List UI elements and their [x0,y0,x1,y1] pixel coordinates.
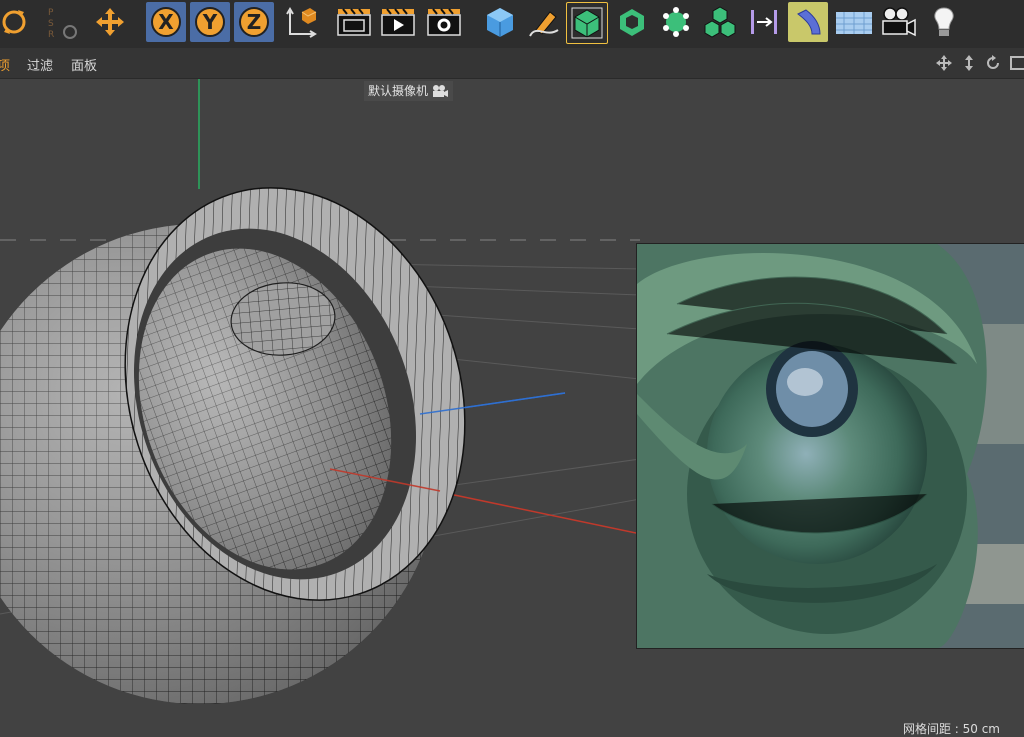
render-settings-icon[interactable] [424,2,464,42]
svg-text:Z: Z [247,10,262,34]
camera-label[interactable]: 默认摄像机 [364,81,454,101]
svg-text:S: S [48,19,54,29]
zoom-view-icon[interactable] [959,54,979,72]
viewport-menubar: 项 过滤 面板 [0,48,1024,79]
svg-text:R: R [48,30,54,40]
x-axis-icon[interactable]: X [146,2,186,42]
menu-item-view[interactable]: 项 [0,55,10,74]
svg-text:X: X [158,10,174,34]
menu-item-filter[interactable]: 过滤 [27,55,53,74]
light-icon[interactable] [924,2,964,42]
svg-text:Y: Y [202,10,218,34]
camera-small-icon [433,85,449,97]
camera-icon[interactable] [878,2,918,42]
bend-icon[interactable] [788,2,828,42]
extrude-icon[interactable] [612,2,652,42]
reference-image [636,243,1024,649]
rotate-icon[interactable] [0,2,34,42]
pan-view-icon[interactable] [934,54,954,72]
svg-text:P: P [48,8,54,18]
render-view-icon[interactable] [334,2,374,42]
mograph-icon[interactable] [656,2,696,42]
cloner-icon[interactable] [700,2,740,42]
psr-icon[interactable]: PSR [42,2,82,42]
rotate-view-icon[interactable] [983,54,1003,72]
subdivision-icon[interactable] [566,2,608,44]
grid-spacing-readout: 网格间距 : 50 cm [902,722,1000,736]
render-picture-viewer-icon[interactable] [378,2,418,42]
maximize-view-icon[interactable] [1008,54,1024,72]
perspective-viewport[interactable]: 默认摄像机 网格间距 : 50 cm [0,79,1024,737]
eye-creature-image [637,244,1024,648]
main-toolbar: PSR X Y Z [0,0,1024,48]
y-axis-icon[interactable]: Y [190,2,230,42]
floor-icon[interactable] [834,2,874,42]
z-axis-icon[interactable]: Z [234,2,274,42]
coordinate-system-icon[interactable] [280,2,320,42]
pen-icon[interactable] [524,2,564,42]
deformer-icon[interactable] [744,2,784,42]
cube-icon[interactable] [480,2,520,42]
menu-item-panel[interactable]: 面板 [71,55,97,74]
camera-label-text: 默认摄像机 [368,84,429,98]
move-icon[interactable] [90,2,130,42]
